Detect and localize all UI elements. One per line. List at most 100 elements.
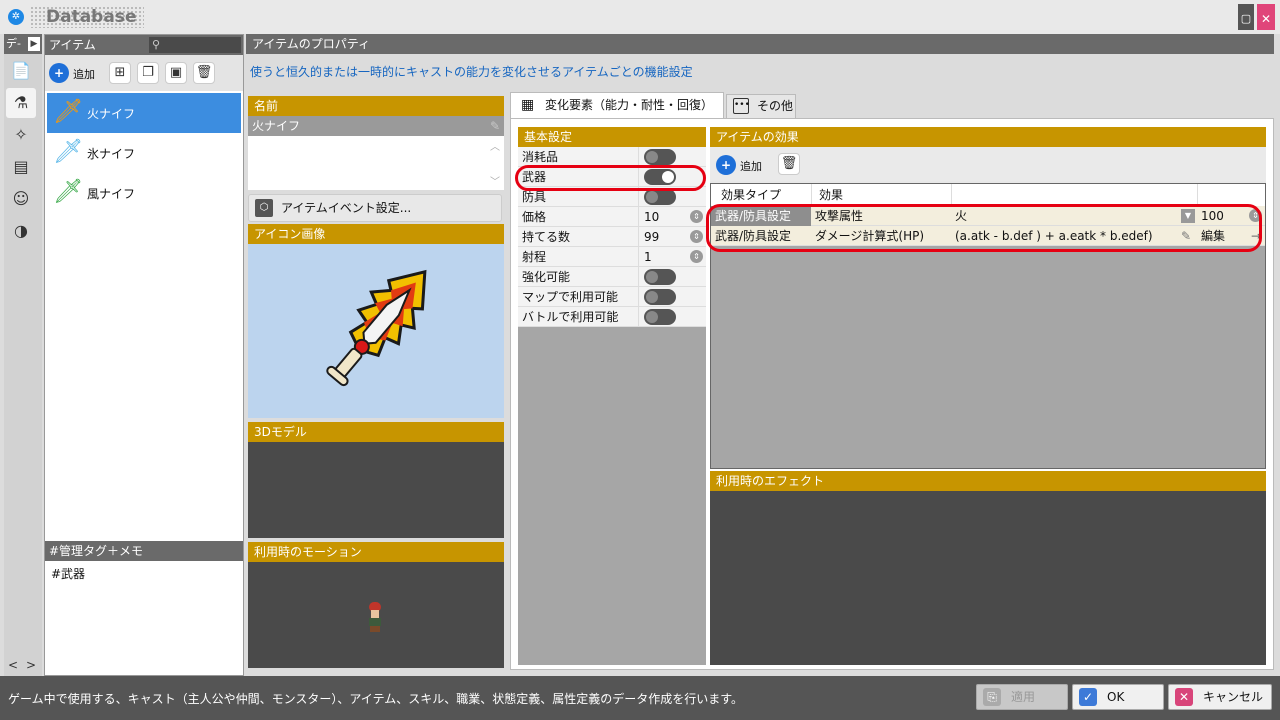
copy-icon[interactable]: ❐	[137, 62, 159, 84]
add-item-button[interactable]: + 追加	[49, 61, 103, 85]
model-preview[interactable]	[248, 442, 504, 538]
table-row[interactable]: 武器/防具設定 ダメージ計算式(HP) (a.atk - b.def ) + a…	[711, 226, 1265, 246]
tab-effects-label: 変化要素（能力・耐性・回復）	[545, 98, 714, 112]
item-list-title: アイテム	[49, 38, 96, 52]
table-row[interactable]: 武器/防具設定 攻撃属性 火 ▼ 100 ⇕	[711, 206, 1265, 226]
list-item[interactable]: 🗡 氷ナイフ	[47, 133, 241, 173]
toggle-switch[interactable]	[644, 269, 676, 285]
tab-effects[interactable]: ▦ 変化要素（能力・耐性・回復）	[510, 92, 724, 118]
basic-row-label: 防具	[522, 190, 547, 204]
row-effect-type: 武器/防具設定	[711, 206, 811, 226]
properties-header: アイテムのプロパティ	[246, 34, 1274, 54]
number-value[interactable]: 99	[644, 227, 659, 247]
plus-icon: +	[49, 63, 69, 83]
row-param[interactable]: (a.atk - b.def ) + a.eatk * b.edef)	[955, 226, 1153, 246]
basic-row[interactable]: 防具	[518, 187, 706, 207]
toggle-switch[interactable]	[644, 289, 676, 305]
item-name: 風ナイフ	[87, 187, 136, 201]
close-button[interactable]: ✕	[1257, 4, 1275, 30]
basic-row[interactable]: 価格 10 ⇕	[518, 207, 706, 227]
column-effect: 効果	[819, 188, 844, 202]
status-bar: ゲーム中で使用する、キャスト（主人公や仲間、モンスター）、アイテム、スキル、職業…	[0, 676, 1280, 720]
pencil-icon: ✎	[489, 119, 500, 133]
scroll-up-icon[interactable]: ︿	[490, 138, 500, 153]
status-text: ゲーム中で使用する、キャスト（主人公や仲間、モンスター）、アイテム、スキル、職業…	[8, 692, 744, 706]
basic-row[interactable]: 武器	[518, 167, 706, 187]
sidebar-header: デ- ▶	[4, 34, 42, 54]
basic-row[interactable]: 射程 1 ⇕	[518, 247, 706, 267]
element-icon[interactable]: ◑	[6, 216, 36, 246]
row-edit-link[interactable]: 編集	[1201, 226, 1225, 246]
toggle-switch[interactable]	[644, 169, 676, 185]
effects-panel: アイテムの効果 + 追加 🗑 効果タイプ 効果 武器/防具設定 攻撃属性 火 ▼…	[710, 127, 1266, 469]
delete-effect-icon[interactable]: 🗑	[778, 153, 800, 175]
toggle-switch[interactable]	[644, 149, 676, 165]
pencil-icon[interactable]: ✎	[1181, 226, 1191, 246]
apply-button[interactable]: ⎘ 適用	[976, 684, 1068, 710]
number-value[interactable]: 10	[644, 207, 659, 227]
maximize-button[interactable]: ▢	[1238, 4, 1254, 30]
row-value[interactable]: 100	[1201, 206, 1224, 226]
item-list-panel: アイテム ⚲ + 追加 ⊞ ❐ ▣ 🗑 🗡 火ナイフ 🗡 氷ナイフ 🗡 風ナイフ…	[44, 34, 244, 676]
toggle-switch[interactable]	[644, 309, 676, 325]
effect-fx-area[interactable]	[710, 491, 1266, 665]
class-icon[interactable]: ▤	[6, 152, 36, 182]
event-icon: ⬡	[255, 199, 273, 217]
memo-textarea[interactable]: #武器	[51, 565, 239, 665]
sidebar-expand-icon[interactable]: ▶	[28, 37, 40, 51]
toggle-switch[interactable]	[644, 189, 676, 205]
tab-other[interactable]: ••• その他	[726, 94, 796, 118]
basic-row[interactable]: 強化可能	[518, 267, 706, 287]
nav-prev-button[interactable]: <	[8, 658, 18, 672]
app-icon: ✲	[8, 9, 24, 25]
add-effect-button[interactable]: + 追加	[716, 153, 772, 177]
spinner-icon[interactable]: ⇕	[690, 210, 703, 223]
window-title: Database	[30, 6, 144, 28]
name-field[interactable]: 火ナイフ ✎	[248, 116, 504, 136]
state-icon[interactable]: ☺	[6, 184, 36, 214]
category-sidebar: デ- ▶ 📄 ⚗ ✧ ▤ ☺ ◑ < >	[4, 34, 42, 676]
name-field-value: 火ナイフ	[252, 119, 301, 133]
item-event-button[interactable]: ⬡ アイテムイベント設定...	[248, 194, 502, 222]
basic-row-label: 持てる数	[522, 230, 571, 244]
close-icon: ✕	[1175, 688, 1193, 706]
basic-row[interactable]: 持てる数 99 ⇕	[518, 227, 706, 247]
dropdown-icon[interactable]: ▼	[1181, 209, 1195, 223]
item-search-input[interactable]: ⚲	[149, 37, 241, 53]
spinner-icon[interactable]: ⇕	[690, 230, 703, 243]
skill-icon[interactable]: ✧	[6, 120, 36, 150]
ok-button[interactable]: ✓ OK	[1072, 684, 1164, 710]
icon-image-preview[interactable]	[248, 244, 504, 418]
name-column: 名前 火ナイフ ✎ ︿ ﹀ ⬡ アイテムイベント設定... アイコン画像 3Dモデル…	[248, 94, 504, 670]
add-item-label: 追加	[73, 68, 95, 81]
effects-header: アイテムの効果	[710, 127, 1266, 147]
paste-icon[interactable]: ▣	[165, 62, 187, 84]
item-list-header: アイテム ⚲	[45, 35, 243, 55]
arrow-right-icon[interactable]: →	[1251, 226, 1261, 246]
item-potion-icon[interactable]: ⚗	[6, 88, 36, 118]
database-document-icon[interactable]: 📄	[6, 56, 36, 86]
basic-row[interactable]: マップで利用可能	[518, 287, 706, 307]
nav-next-button[interactable]: >	[26, 658, 36, 672]
scroll-down-icon[interactable]: ﹀	[490, 173, 500, 188]
row-param[interactable]: 火	[955, 206, 967, 226]
motion-preview[interactable]	[248, 562, 504, 668]
effects-table: 効果タイプ 効果 武器/防具設定 攻撃属性 火 ▼ 100 ⇕ 武器/防具設定 …	[710, 183, 1266, 469]
basic-settings-list: 消耗品 武器 防具 価格 10 ⇕ 持てる数 99 ⇕ 射程 1 ⇕ 強化可能 マップで利用可能 バトルで利…	[518, 147, 706, 329]
cancel-button[interactable]: ✕ キャンセル	[1168, 684, 1272, 710]
number-value[interactable]: 1	[644, 247, 652, 267]
name-textarea[interactable]: ︿ ﹀	[248, 136, 504, 190]
list-item[interactable]: 🗡 火ナイフ	[47, 93, 241, 133]
delete-icon[interactable]: 🗑	[193, 62, 215, 84]
basic-row[interactable]: 消耗品	[518, 147, 706, 167]
basic-row-label: 価格	[522, 210, 547, 224]
new-folder-icon[interactable]: ⊞	[109, 62, 131, 84]
list-item[interactable]: 🗡 風ナイフ	[47, 173, 241, 213]
basic-row-label: 強化可能	[522, 270, 571, 284]
spinner-icon[interactable]: ⇕	[1249, 209, 1262, 222]
basic-row[interactable]: バトルで利用可能	[518, 307, 706, 327]
ice-knife-icon: 🗡	[53, 137, 84, 165]
properties-description: 使うと恒久的または一時的にキャストの能力を変化させるアイテムごとの機能設定	[250, 65, 693, 79]
spinner-icon[interactable]: ⇕	[690, 250, 703, 263]
tab-other-label: その他	[757, 99, 794, 113]
